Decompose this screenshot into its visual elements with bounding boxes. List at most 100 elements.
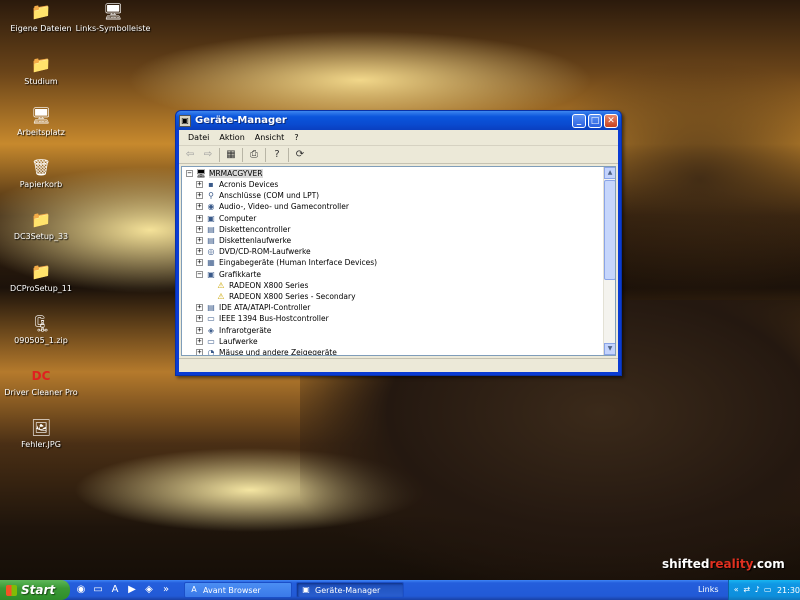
chevron-right-icon[interactable]: » <box>159 583 173 597</box>
tree-item-label: Diskettencontroller <box>219 224 291 234</box>
desktop-icon-label: Links-Symbolleiste <box>75 24 151 33</box>
tree-item[interactable]: + ▭ Laufwerke <box>196 336 258 347</box>
browser-quicklaunch-icon[interactable]: ◉ <box>74 583 88 597</box>
scan-hardware-icon[interactable]: ⟳ <box>293 148 307 162</box>
explorer-quicklaunch-icon[interactable]: ▭ <box>91 583 105 597</box>
tree-item[interactable]: + ⚲ Anschlüsse (COM und LPT) <box>196 190 319 201</box>
collapse-toggle[interactable]: − <box>186 170 193 177</box>
network-icon[interactable]: ⇄ <box>742 585 750 595</box>
tree-item[interactable]: ⚠ RADEON X800 Series <box>206 280 308 291</box>
maximize-button[interactable]: □ <box>588 113 602 128</box>
desktop-icon[interactable]: DC Driver Cleaner Pro <box>0 366 86 397</box>
expand-toggle[interactable]: + <box>196 326 203 334</box>
media-quicklaunch-icon[interactable]: ▶ <box>125 583 139 597</box>
expand-toggle[interactable]: + <box>196 192 203 200</box>
computer-icon: 🖥 <box>196 169 207 178</box>
start-button[interactable]: Start <box>0 580 70 600</box>
tree-item[interactable]: + ▤ Diskettencontroller <box>196 224 290 235</box>
desktop-icon[interactable]: 📁 Studium <box>0 55 86 86</box>
tree-item[interactable]: ⚠ RADEON X800 Series - Secondary <box>206 291 355 302</box>
device-tree[interactable]: − 🖥 MRMACGYVER ▲ ▼ + ▪ Acronis Devices + ⚲ An… <box>181 166 616 356</box>
vertical-scrollbar[interactable]: ▲ ▼ <box>603 167 615 355</box>
desktop-icon[interactable]: 🖥 Arbeitsplatz <box>0 106 86 137</box>
tree-item[interactable]: + ◈ Infrarotgeräte <box>196 325 271 336</box>
app-quicklaunch-icon[interactable]: ◈ <box>142 583 156 597</box>
menu-help[interactable]: ? <box>289 133 303 142</box>
my-documents-icon: 📁 <box>31 2 51 21</box>
scrollbar-thumb[interactable] <box>604 180 615 280</box>
expand-toggle[interactable]: + <box>196 203 203 211</box>
desktop-icon[interactable]: 📁 DC3Setup_33 <box>0 210 86 241</box>
device-category-icon: ◎ <box>207 247 215 257</box>
menu-aktion[interactable]: Aktion <box>214 133 249 142</box>
tree-root[interactable]: − 🖥 MRMACGYVER <box>186 168 263 179</box>
tree-item[interactable]: − ▣ Grafikkarte <box>196 269 261 280</box>
tree-item[interactable]: + ▪ Acronis Devices <box>196 179 278 190</box>
toolbar: ⇦ ⇨ ▦ ⎙ ? ⟳ <box>179 146 618 164</box>
device-manager-icon: ▣ <box>302 585 310 594</box>
device-category-icon: ▤ <box>207 236 215 245</box>
desktop-icon[interactable]: 📁 DCProSetup_11 <box>0 262 86 293</box>
desktop-icon[interactable]: 🗑 Papierkorb <box>0 158 86 189</box>
toolbar-separator <box>288 147 289 162</box>
tree-item[interactable]: + ▤ Diskettenlaufwerke <box>196 235 291 246</box>
expand-toggle[interactable]: + <box>196 259 203 267</box>
links-toolbar-label[interactable]: Links <box>698 585 719 594</box>
avant-quicklaunch-icon[interactable]: A <box>108 583 122 597</box>
close-button[interactable]: ✕ <box>604 113 618 128</box>
minimize-button[interactable]: _ <box>572 113 586 128</box>
window-client-area: Datei Aktion Ansicht ? ⇦ ⇨ ▦ ⎙ ? ⟳ − 🖥 M… <box>179 130 618 372</box>
device-category-icon: ▪ <box>208 180 214 189</box>
print-icon[interactable]: ⎙ <box>247 148 261 162</box>
tree-item-label: Computer <box>219 213 257 223</box>
device-category-icon: ▭ <box>207 314 215 324</box>
help-icon[interactable]: ? <box>270 148 284 162</box>
tree-item-label: Acronis Devices <box>219 180 279 189</box>
device-category-icon: ◈ <box>207 325 215 335</box>
expand-toggle[interactable]: + <box>196 248 203 256</box>
scroll-up-arrow-icon[interactable]: ▲ <box>604 167 615 179</box>
forward-arrow-icon[interactable]: ⇨ <box>201 148 215 162</box>
tree-item-label: DVD/CD-ROM-Laufwerke <box>219 247 311 257</box>
desktop-icon[interactable]: 🗜 090505_1.zip <box>0 314 86 345</box>
tree-item[interactable]: + ▭ IEEE 1394 Bus-Hostcontroller <box>196 313 329 324</box>
window-titlebar[interactable]: ▣ Geräte-Manager _ □ ✕ <box>176 111 621 130</box>
task-avant-browser[interactable]: A Avant Browser <box>184 582 292 598</box>
desktop-icon-label: Arbeitsplatz <box>17 128 65 137</box>
expand-toggle[interactable]: + <box>196 237 203 244</box>
menu-datei[interactable]: Datei <box>183 133 214 142</box>
back-arrow-icon[interactable]: ⇦ <box>183 148 197 162</box>
menu-ansicht[interactable]: Ansicht <box>250 133 290 142</box>
tree-item[interactable]: + ◔ Mäuse und andere Zeigegeräte <box>196 347 337 355</box>
expand-toggle[interactable]: + <box>196 181 203 188</box>
battery-icon[interactable]: ▭ <box>763 585 772 595</box>
zip-archive-icon: 🗜 <box>31 314 52 333</box>
tree-item[interactable]: + ◎ DVD/CD-ROM-Laufwerke <box>196 246 311 257</box>
expand-toggle[interactable]: + <box>196 337 203 345</box>
expand-toggle[interactable]: + <box>196 315 203 323</box>
expand-toggle[interactable]: + <box>196 304 203 312</box>
expand-toggle[interactable]: + <box>196 225 203 233</box>
desktop-icon-label: DCProSetup_11 <box>10 284 72 293</box>
clock[interactable]: 21:30 <box>777 586 800 595</box>
status-bar <box>179 358 618 372</box>
properties-icon[interactable]: ▦ <box>224 148 238 162</box>
recycle-bin-icon: 🗑 <box>31 158 52 177</box>
collapse-toggle[interactable]: − <box>196 270 203 278</box>
tree-item[interactable]: + ▤ IDE ATA/ATAPI-Controller <box>196 302 310 313</box>
tree-item[interactable]: + ▣ Computer <box>196 213 256 224</box>
device-category-icon: ▣ <box>207 213 215 223</box>
start-label: Start <box>21 583 56 597</box>
expand-toggle[interactable]: + <box>196 349 203 355</box>
expand-toggle[interactable]: + <box>196 214 203 222</box>
desktop-icon[interactable]: 🖥 Links-Symbolleiste <box>68 2 158 33</box>
tree-item[interactable]: + ▦ Eingabegeräte (Human Interface Devices… <box>196 257 377 268</box>
device-category-icon: ▦ <box>207 258 215 268</box>
desktop-icon[interactable]: 🖼 Fehler.JPG <box>0 418 86 449</box>
volume-icon[interactable]: ♪ <box>753 585 761 595</box>
task-device-manager[interactable]: ▣ Geräte-Manager <box>296 582 404 598</box>
chevron-left-icon[interactable]: « <box>732 585 740 595</box>
scroll-down-arrow-icon[interactable]: ▼ <box>604 343 615 355</box>
tree-root-label: MRMACGYVER <box>209 169 263 178</box>
tree-item[interactable]: + ◉ Audio-, Video- und Gamecontroller <box>196 201 349 212</box>
